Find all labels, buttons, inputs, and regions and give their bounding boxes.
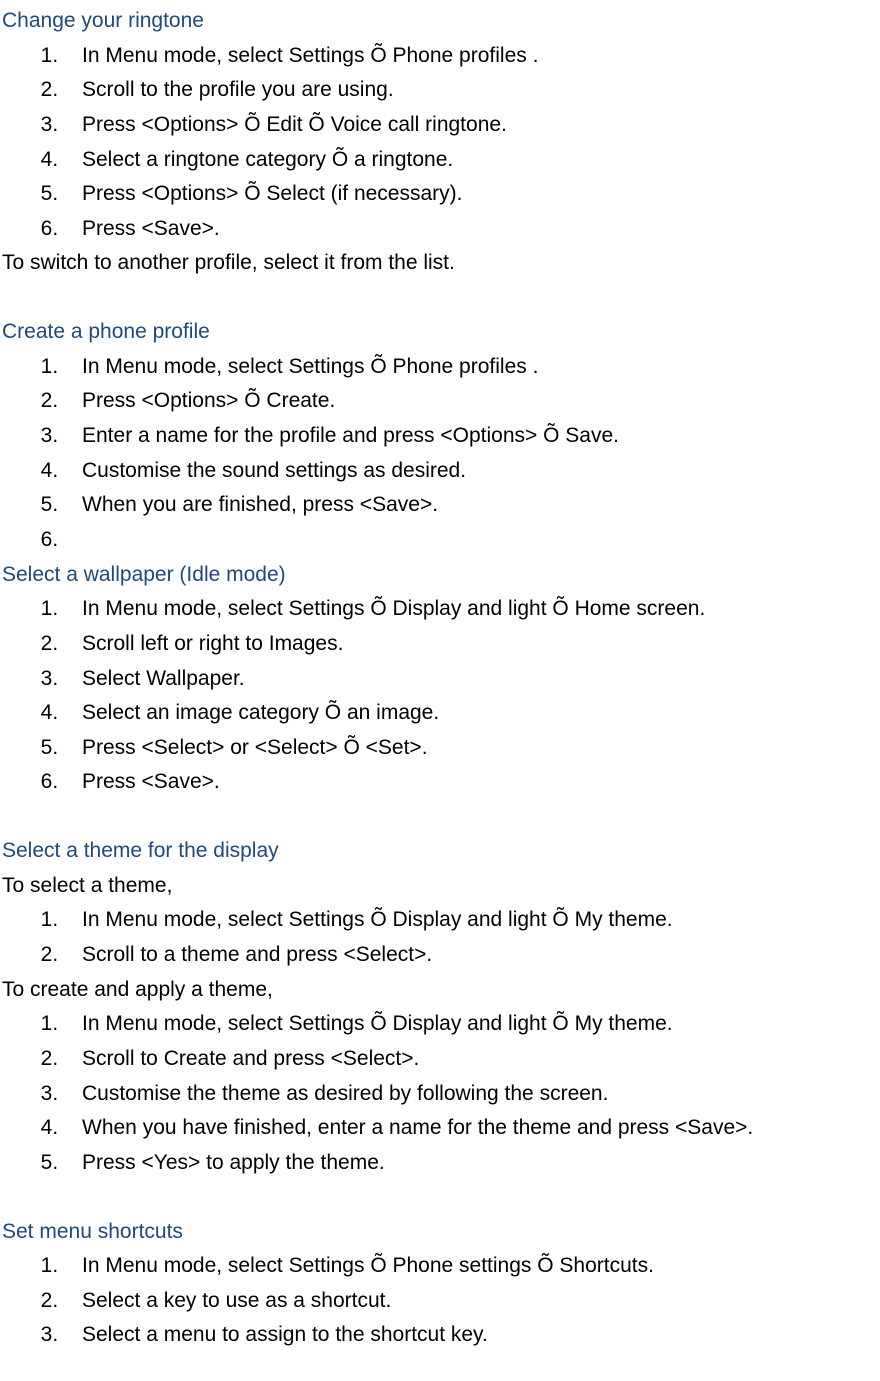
list-item xyxy=(64,523,878,558)
list-item: Customise the theme as desired by follow… xyxy=(64,1077,878,1112)
list-item: In Menu mode, select Settings Õ Display … xyxy=(64,1007,878,1042)
list-item: In Menu mode, select Settings Õ Display … xyxy=(64,592,878,627)
section-select-wallpaper: Select a wallpaper (Idle mode) In Menu m… xyxy=(2,558,878,800)
ordered-list: In Menu mode, select Settings Õ Phone se… xyxy=(2,1249,878,1353)
list-item: Scroll left or right to Images. xyxy=(64,627,878,662)
list-item: Press <Options> Õ Edit Õ Voice call ring… xyxy=(64,108,878,143)
list-item: Press <Save>. xyxy=(64,765,878,800)
list-item: Customise the sound settings as desired. xyxy=(64,454,878,489)
ordered-list: In Menu mode, select Settings Õ Display … xyxy=(2,903,878,972)
list-item: When you have finished, enter a name for… xyxy=(64,1111,878,1146)
list-item: In Menu mode, select Settings Õ Display … xyxy=(64,903,878,938)
list-item: Enter a name for the profile and press <… xyxy=(64,419,878,454)
list-item: Scroll to a theme and press <Select>. xyxy=(64,938,878,973)
ordered-list: In Menu mode, select Settings Õ Phone pr… xyxy=(2,350,878,558)
list-item: Select a key to use as a shortcut. xyxy=(64,1284,878,1319)
list-item: Select an image category Õ an image. xyxy=(64,696,878,731)
ordered-list: In Menu mode, select Settings Õ Display … xyxy=(2,592,878,800)
list-item: Press <Save>. xyxy=(64,212,878,247)
list-item: Select a menu to assign to the shortcut … xyxy=(64,1318,878,1353)
list-item: Press <Options> Õ Create. xyxy=(64,384,878,419)
list-item: Select a ringtone category Õ a ringtone. xyxy=(64,143,878,178)
paragraph: To create and apply a theme, xyxy=(2,973,878,1008)
paragraph: To select a theme, xyxy=(2,869,878,904)
ordered-list: In Menu mode, select Settings Õ Display … xyxy=(2,1007,878,1180)
list-item: In Menu mode, select Settings Õ Phone pr… xyxy=(64,350,878,385)
ordered-list: In Menu mode, select Settings Õ Phone pr… xyxy=(2,39,878,247)
section-menu-shortcuts: Set menu shortcuts In Menu mode, select … xyxy=(2,1215,878,1354)
heading: Select a theme for the display xyxy=(2,834,878,869)
section-select-theme: Select a theme for the display To select… xyxy=(2,834,878,1180)
heading: Change your ringtone xyxy=(2,4,878,39)
list-item: Scroll to the profile you are using. xyxy=(64,73,878,108)
list-item: Press <Yes> to apply the theme. xyxy=(64,1146,878,1181)
list-item: Press <Options> Õ Select (if necessary). xyxy=(64,177,878,212)
heading: Create a phone profile xyxy=(2,315,878,350)
list-item: When you are finished, press <Save>. xyxy=(64,488,878,523)
section-change-ringtone: Change your ringtone In Menu mode, selec… xyxy=(2,4,878,281)
heading: Set menu shortcuts xyxy=(2,1215,878,1250)
list-item: Select Wallpaper. xyxy=(64,662,878,697)
list-item: Press <Select> or <Select> Õ <Set>. xyxy=(64,731,878,766)
list-item: In Menu mode, select Settings Õ Phone se… xyxy=(64,1249,878,1284)
heading: Select a wallpaper (Idle mode) xyxy=(2,558,878,593)
paragraph: To switch to another profile, select it … xyxy=(2,246,878,281)
list-item: In Menu mode, select Settings Õ Phone pr… xyxy=(64,39,878,74)
section-create-profile: Create a phone profile In Menu mode, sel… xyxy=(2,315,878,557)
list-item: Scroll to Create and press <Select>. xyxy=(64,1042,878,1077)
